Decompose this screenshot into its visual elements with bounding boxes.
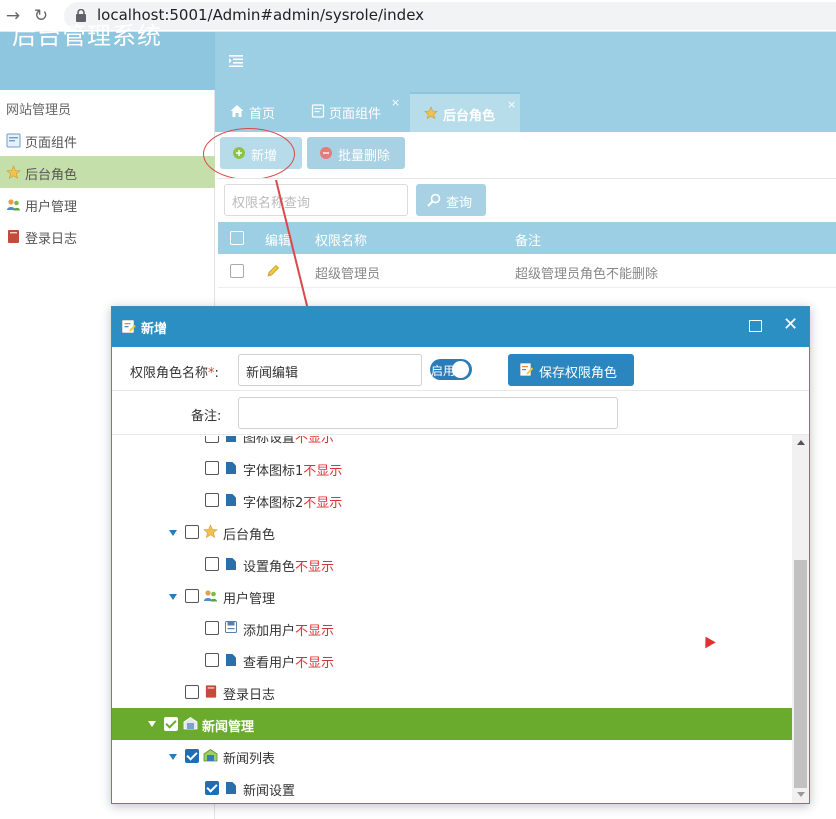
sidebar-item-login-log[interactable]: 登录日志: [0, 220, 215, 252]
tree-node-font-icon-1[interactable]: 字体图标1不显示: [243, 460, 342, 479]
app-title: 后台管理系统: [12, 22, 162, 50]
news-list-icon: [203, 749, 218, 762]
tree-checkbox[interactable]: [205, 436, 219, 443]
search-button-label: 查询: [446, 196, 473, 211]
tree-node-news-list[interactable]: 新闻列表: [223, 748, 275, 767]
role-remark-cell: 超级管理员角色不能删除: [515, 267, 659, 282]
remark-label: 备注:: [191, 409, 222, 424]
tree-checkbox[interactable]: [185, 525, 199, 539]
log-book-icon: [8, 230, 19, 243]
batch-delete-label: 批量删除: [338, 149, 391, 164]
form-edit-icon: [122, 320, 136, 333]
tab-home[interactable]: 首页: [219, 92, 289, 132]
search-icon: [427, 193, 441, 207]
tree-checkbox[interactable]: [205, 493, 219, 507]
expand-arrow-icon[interactable]: [169, 530, 177, 536]
tree-checkbox[interactable]: [205, 621, 219, 635]
role-star-icon: [6, 165, 21, 180]
tree-node-news-settings[interactable]: 新闻设置: [243, 780, 295, 799]
select-all-checkbox[interactable]: [230, 231, 244, 245]
tab-label: 页面组件: [329, 107, 382, 122]
tree-checkbox-checked[interactable]: [185, 749, 199, 763]
scrollbar-thumb[interactable]: [794, 560, 807, 788]
tree-node-add-user[interactable]: 添加用户不显示: [243, 620, 334, 639]
role-name-label: 权限角色名称*:: [130, 366, 219, 381]
enabled-label: 启用: [431, 364, 456, 378]
tree-node-login-log[interactable]: 登录日志: [223, 684, 275, 703]
sidebar-group-title: 网站管理员: [6, 103, 72, 118]
dialog-title: 新增: [141, 322, 168, 337]
tree-node-news[interactable]: 新闻管理: [202, 716, 254, 735]
tree-checkbox[interactable]: [185, 685, 199, 699]
tree-node-set-role[interactable]: 设置角色不显示: [243, 556, 334, 575]
expand-arrow-icon[interactable]: [169, 594, 177, 600]
users-icon: [204, 590, 217, 602]
tree-checkbox[interactable]: [205, 557, 219, 571]
sidebar-item-label: 登录日志: [25, 232, 78, 247]
sidebar-item-label: 用户管理: [25, 200, 78, 215]
tab-close-icon[interactable]: ×: [391, 96, 400, 109]
tree-checkbox-checked[interactable]: [164, 717, 178, 731]
save-role-label: 保存权限角色: [539, 366, 618, 381]
tree-checkbox[interactable]: [185, 589, 199, 603]
menu-toggle-icon[interactable]: [229, 55, 243, 67]
document-icon: [226, 436, 236, 442]
tree-node-roles[interactable]: 后台角色: [223, 524, 275, 543]
search-button[interactable]: 查询: [416, 184, 486, 216]
tree-checkbox-checked[interactable]: [205, 781, 219, 795]
tree-node-label[interactable]: 图标设置不显示: [243, 436, 334, 444]
page-component-icon: [6, 133, 21, 148]
home-icon: [230, 105, 244, 117]
sidebar-item-label: 页面组件: [25, 136, 78, 151]
save-disk-icon: [225, 621, 237, 633]
batch-delete-button[interactable]: 批量删除: [307, 137, 405, 169]
close-icon[interactable]: ✕: [783, 314, 798, 335]
expand-arrow-icon[interactable]: [169, 754, 177, 760]
tab-page-components[interactable]: 页面组件 ×: [300, 92, 404, 132]
tab-close-icon[interactable]: ×: [507, 98, 516, 111]
tree-node-users[interactable]: 用户管理: [223, 588, 275, 607]
remark-input[interactable]: [238, 397, 618, 429]
sidebar-item-roles[interactable]: 后台角色: [0, 156, 215, 188]
role-star-icon: [424, 106, 438, 120]
save-icon: [520, 363, 533, 376]
tree-node-view-user[interactable]: 查看用户不显示: [243, 652, 334, 671]
tree-node-clip: 图标设置不显示: [112, 436, 792, 444]
tree-checkbox[interactable]: [205, 653, 219, 667]
tree-checkbox[interactable]: [205, 461, 219, 475]
users-icon: [7, 199, 20, 211]
tree-node-font-icon-2[interactable]: 字体图标2不显示: [243, 492, 342, 511]
delete-circle-icon: [320, 147, 332, 159]
maximize-icon[interactable]: [749, 320, 762, 332]
row-checkbox[interactable]: [230, 264, 244, 278]
sidebar-item-page-components[interactable]: 页面组件: [0, 124, 215, 156]
role-name-value: 新闻编辑: [246, 366, 299, 381]
news-folder-icon: [183, 717, 198, 730]
tab-label: 首页: [249, 107, 276, 122]
sidebar-item-label: 后台角色: [25, 168, 78, 183]
scroll-down-arrow-icon[interactable]: [797, 792, 805, 797]
annotation-circle: [203, 128, 295, 180]
sidebar-item-users[interactable]: 用户管理: [0, 188, 215, 220]
dialog-header: [112, 307, 809, 347]
tab-label: 后台角色: [443, 109, 496, 124]
scroll-up-arrow-icon[interactable]: [797, 440, 805, 445]
tab-roles[interactable]: 后台角色 ×: [410, 92, 520, 132]
role-star-icon: [203, 524, 218, 539]
column-header-remark: 备注: [515, 234, 542, 249]
log-book-icon: [205, 685, 217, 698]
page-icon: [311, 104, 325, 118]
expand-arrow-icon[interactable]: [148, 721, 156, 727]
